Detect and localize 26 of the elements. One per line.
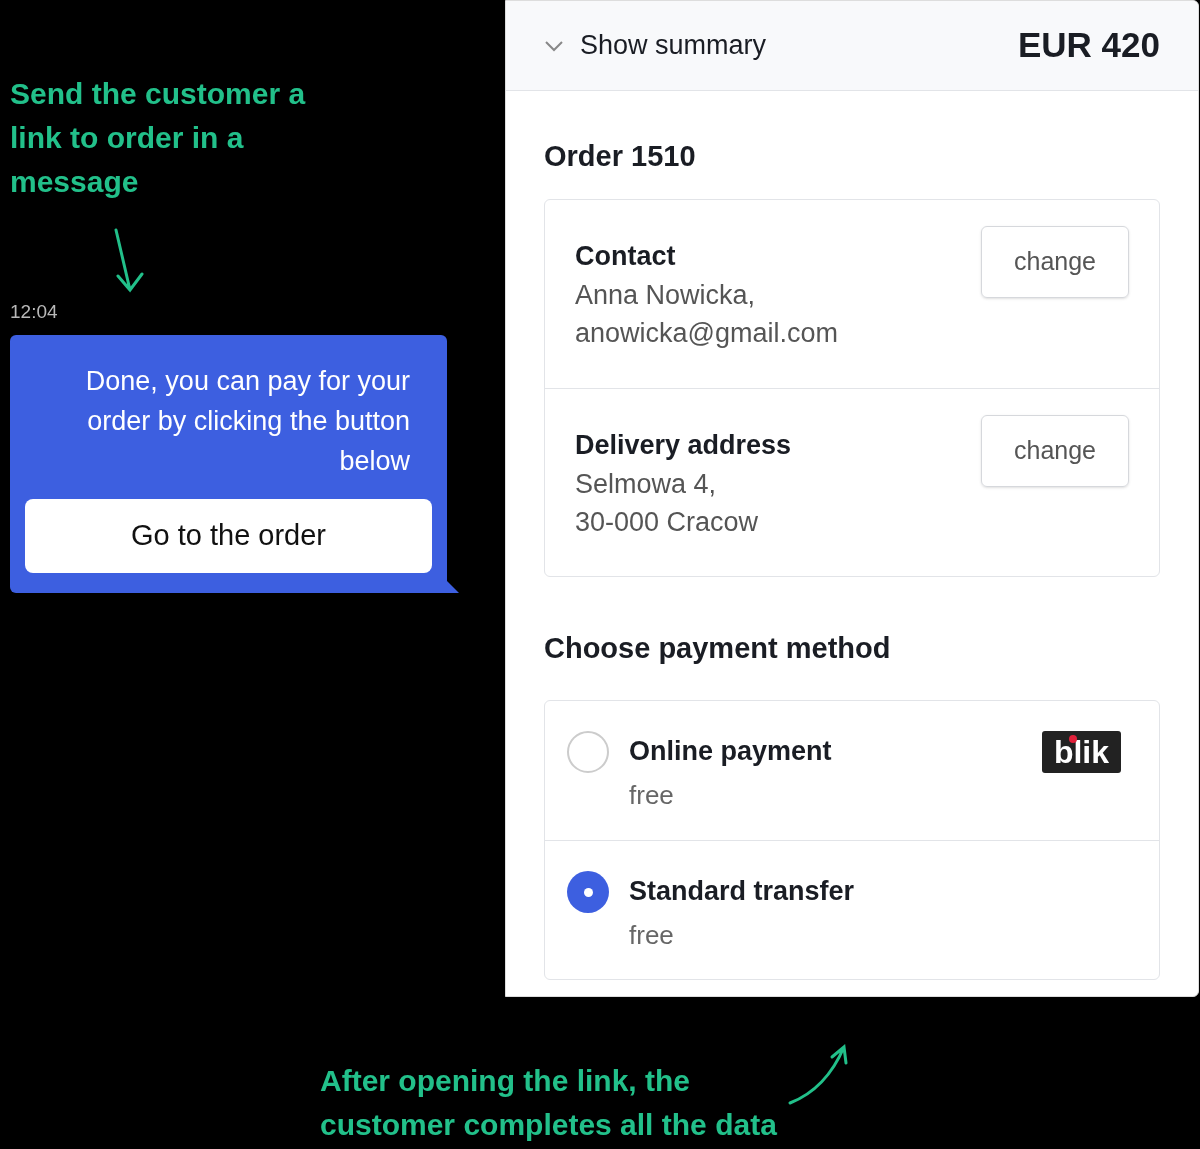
section-title: Delivery address [575,428,792,462]
message-time: 12:04 [10,300,59,324]
chevron-down-icon [544,39,564,52]
change-button[interactable]: change [981,414,1129,487]
payment-name: Online payment [629,735,832,768]
payment-logo: blik [1041,731,1121,773]
radio-button[interactable] [567,871,609,913]
show-summary-toggle[interactable]: Show summary [544,25,767,66]
annotation-text: After opening the link, the customer completes all the data [320,1063,778,1143]
order-title: Order 1510 [544,139,697,174]
section-line: 30-000 Cracow [575,506,760,539]
curved-arrow-icon [786,1043,850,1107]
payment-fee: free [629,778,675,812]
payment-fee: free [629,918,675,952]
order-total: EUR 420 [1017,24,1160,67]
message-text: Done, you can pay for your order by clicking the button below [84,364,410,478]
radio-button[interactable] [567,731,609,773]
section-line: Anna Nowicka, [575,279,757,312]
section-line: anowicka@gmail.com [575,317,838,350]
go-to-order-button[interactable]: Go to the order [25,498,432,573]
payment-name: Standard transfer [629,875,855,908]
change-button[interactable]: change [981,225,1129,298]
section-title: Contact [575,239,677,273]
section-line: Selmowa 4, [575,468,718,501]
annotation-text: Send the customer a link to order in a message [10,76,307,200]
payment-heading: Choose payment method [544,630,892,666]
